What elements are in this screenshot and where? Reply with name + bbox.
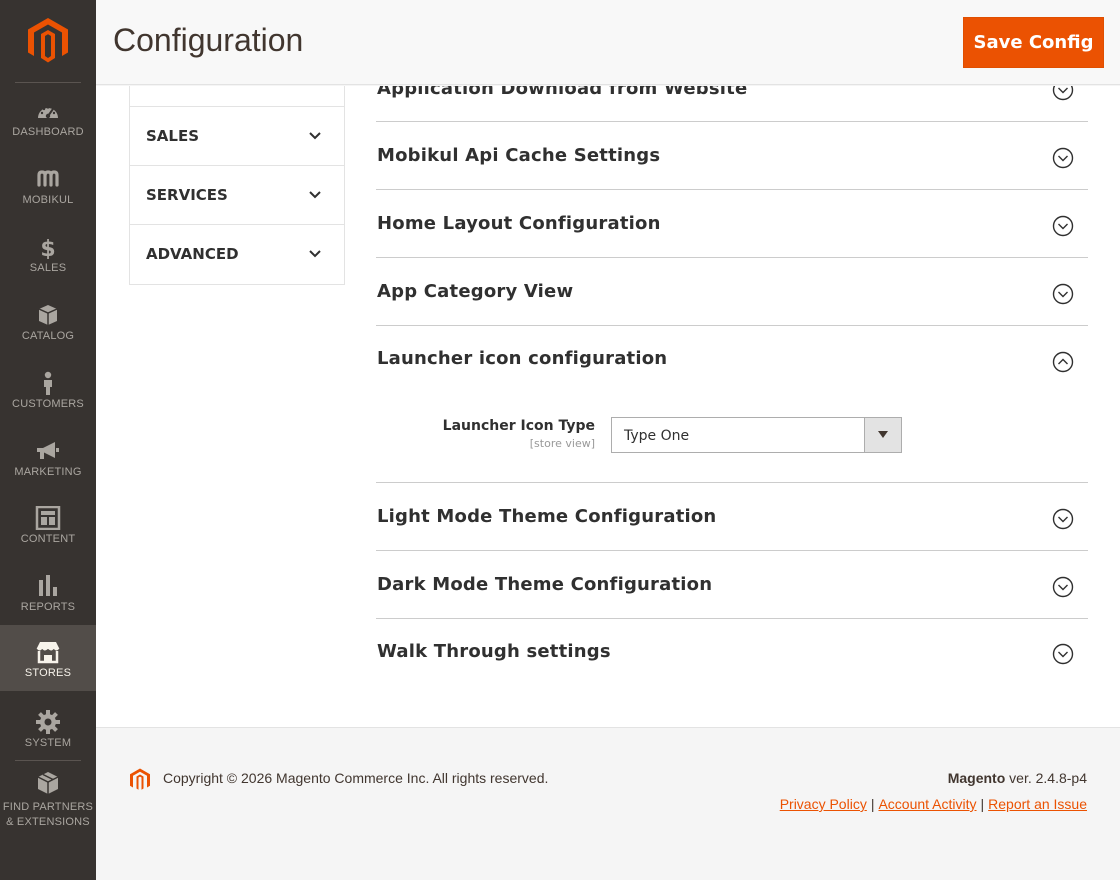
nav-label-line2: & EXTENSIONS — [6, 816, 90, 828]
nav-label-line1: FIND PARTNERS — [2, 801, 94, 813]
section-title: Walk Through settings — [377, 641, 611, 662]
magento-logo-small — [130, 768, 150, 790]
scope-label: [store view] — [529, 437, 595, 450]
launcher-icon-type-label: Launcher Icon Type — [442, 418, 595, 434]
tab-sales[interactable]: SALES — [130, 106, 344, 165]
nav-stores[interactable]: STORES — [0, 625, 96, 691]
nav-divider — [15, 760, 81, 761]
nav-label: CATALOG — [21, 330, 75, 342]
section-launcher-icon[interactable]: Launcher icon configuration — [376, 326, 1088, 483]
page-title: Configuration — [113, 22, 304, 58]
nav-reports[interactable]: REPORTS — [0, 565, 96, 631]
section-title: Launcher icon configuration — [377, 348, 668, 369]
nav-label: MARKETING — [14, 466, 82, 478]
section-app-download[interactable]: Application Download from Website — [376, 86, 1088, 122]
copyright-text: Copyright © 2026 Magento Commerce Inc. A… — [163, 770, 549, 786]
select-value: Type One — [624, 428, 690, 444]
account-activity-link[interactable]: Account Activity — [878, 796, 976, 812]
nav-label: CUSTOMERS — [12, 398, 84, 410]
nav-content[interactable]: CONTENT — [0, 497, 96, 563]
nav-label: STORES — [24, 667, 72, 679]
section-app-category-view[interactable]: App Category View — [376, 258, 1088, 326]
section-title: App Category View — [377, 281, 574, 302]
chevron-down-circle-icon — [1052, 283, 1074, 305]
chevron-down-circle-icon — [1052, 215, 1074, 237]
caret-down-icon — [878, 431, 888, 438]
section-dark-mode[interactable]: Dark Mode Theme Configuration — [376, 551, 1088, 619]
save-config-button[interactable]: Save Config — [963, 17, 1104, 68]
megaphone-icon — [37, 442, 59, 459]
launcher-icon-type-select[interactable]: Type One — [611, 417, 902, 453]
privacy-policy-link[interactable]: Privacy Policy — [780, 796, 867, 812]
section-home-layout[interactable]: Home Layout Configuration — [376, 190, 1088, 258]
section-walk-through[interactable]: Walk Through settings — [376, 619, 1088, 687]
report-issue-link[interactable]: Report an Issue — [988, 796, 1087, 812]
nav-sales[interactable]: $ SALES — [0, 226, 96, 292]
section-title: Application Download from Website — [377, 86, 748, 99]
section-title: Home Layout Configuration — [377, 213, 661, 234]
nav-dashboard[interactable]: DASHBOARD — [0, 90, 96, 156]
box-icon — [38, 305, 58, 325]
tab-label: SERVICES — [146, 186, 228, 204]
nav-system[interactable]: SYSTEM — [0, 701, 96, 767]
nav-mobikul[interactable]: MOBIKUL — [0, 158, 96, 224]
layout-icon — [35, 506, 61, 530]
chevron-up-circle-icon — [1052, 351, 1074, 373]
bar-chart-icon — [39, 575, 57, 596]
nav-marketing[interactable]: MARKETING — [0, 430, 96, 496]
tab-label: SALES — [146, 127, 200, 145]
section-title: Mobikul Api Cache Settings — [377, 145, 661, 166]
admin-sidebar: DASHBOARD MOBIKUL $ SALES CATALOG CUSTOM… — [0, 0, 96, 880]
chevron-down-circle-icon — [1052, 643, 1074, 665]
tab-label: ADVANCED — [146, 245, 239, 263]
config-tabs: SALES SERVICES ADVANCED — [129, 86, 345, 285]
nav-catalog[interactable]: CATALOG — [0, 294, 96, 360]
chevron-down-circle-icon — [1052, 147, 1074, 169]
main-content: SALES SERVICES ADVANCED Application Down… — [96, 86, 1120, 727]
section-title: Dark Mode Theme Configuration — [377, 574, 713, 595]
gear-icon — [36, 710, 60, 734]
page-footer: Copyright © 2026 Magento Commerce Inc. A… — [96, 727, 1120, 880]
chevron-down-icon — [309, 132, 321, 140]
section-light-mode[interactable]: Light Mode Theme Configuration — [376, 483, 1088, 551]
mobikul-icon — [37, 170, 59, 187]
tab-advanced[interactable]: ADVANCED — [130, 224, 344, 283]
chevron-down-circle-icon — [1052, 508, 1074, 530]
version-number: ver. 2.4.8-p4 — [1005, 770, 1087, 786]
version-text: Magento ver. 2.4.8-p4 — [948, 770, 1087, 786]
section-api-cache[interactable]: Mobikul Api Cache Settings — [376, 122, 1088, 190]
magento-logo[interactable] — [26, 18, 70, 64]
brand-name: Magento — [947, 770, 1006, 786]
nav-find-partners[interactable]: FIND PARTNERS & EXTENSIONS — [0, 768, 96, 838]
person-icon — [44, 371, 52, 395]
nav-label: DASHBOARD — [12, 126, 84, 138]
nav-label: SALES — [29, 262, 67, 274]
nav-label: REPORTS — [20, 601, 76, 613]
logo-divider — [15, 82, 81, 83]
store-icon — [36, 642, 60, 664]
dashboard-icon — [38, 106, 58, 119]
svg-text:$: $ — [40, 237, 55, 259]
dollar-icon: $ — [40, 237, 55, 259]
nav-label: CONTENT — [20, 533, 76, 545]
select-arrow[interactable] — [864, 418, 901, 452]
chevron-down-icon — [309, 191, 321, 199]
link-separator: | — [870, 796, 875, 812]
chevron-down-icon — [309, 250, 321, 258]
section-title: Light Mode Theme Configuration — [377, 506, 717, 527]
tab-services[interactable]: SERVICES — [130, 165, 344, 224]
link-separator: | — [980, 796, 985, 812]
footer-links: Privacy Policy | Account Activity | Report a… — [780, 796, 1087, 812]
chevron-down-circle-icon — [1052, 86, 1074, 101]
nav-customers[interactable]: CUSTOMERS — [0, 362, 96, 428]
nav-label: MOBIKUL — [22, 194, 74, 206]
nav-label: SYSTEM — [24, 737, 72, 749]
chevron-down-circle-icon — [1052, 576, 1074, 598]
page-header: Configuration Save Config — [96, 0, 1120, 85]
extensions-icon — [37, 772, 59, 794]
